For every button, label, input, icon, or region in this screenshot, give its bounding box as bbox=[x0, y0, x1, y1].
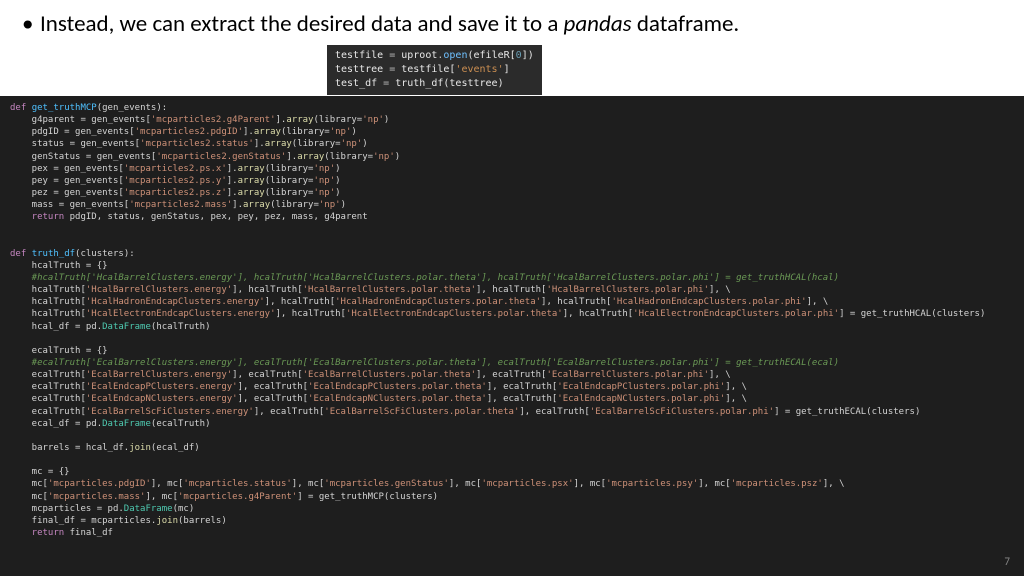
bullet-point: Instead, we can extract the desired data… bbox=[0, 0, 1024, 45]
page-number: 7 bbox=[1004, 555, 1010, 568]
code-block-main: def get_truthMCP(gen_events): g4parent =… bbox=[0, 96, 1024, 576]
bullet-italic: pandas bbox=[564, 10, 632, 38]
code-snippet-small: testfile = uproot.open(efileR[0]) testtr… bbox=[327, 45, 542, 95]
bullet-post: dataframe. bbox=[632, 10, 740, 38]
bullet-pre: Instead, we can extract the desired data… bbox=[40, 10, 564, 38]
